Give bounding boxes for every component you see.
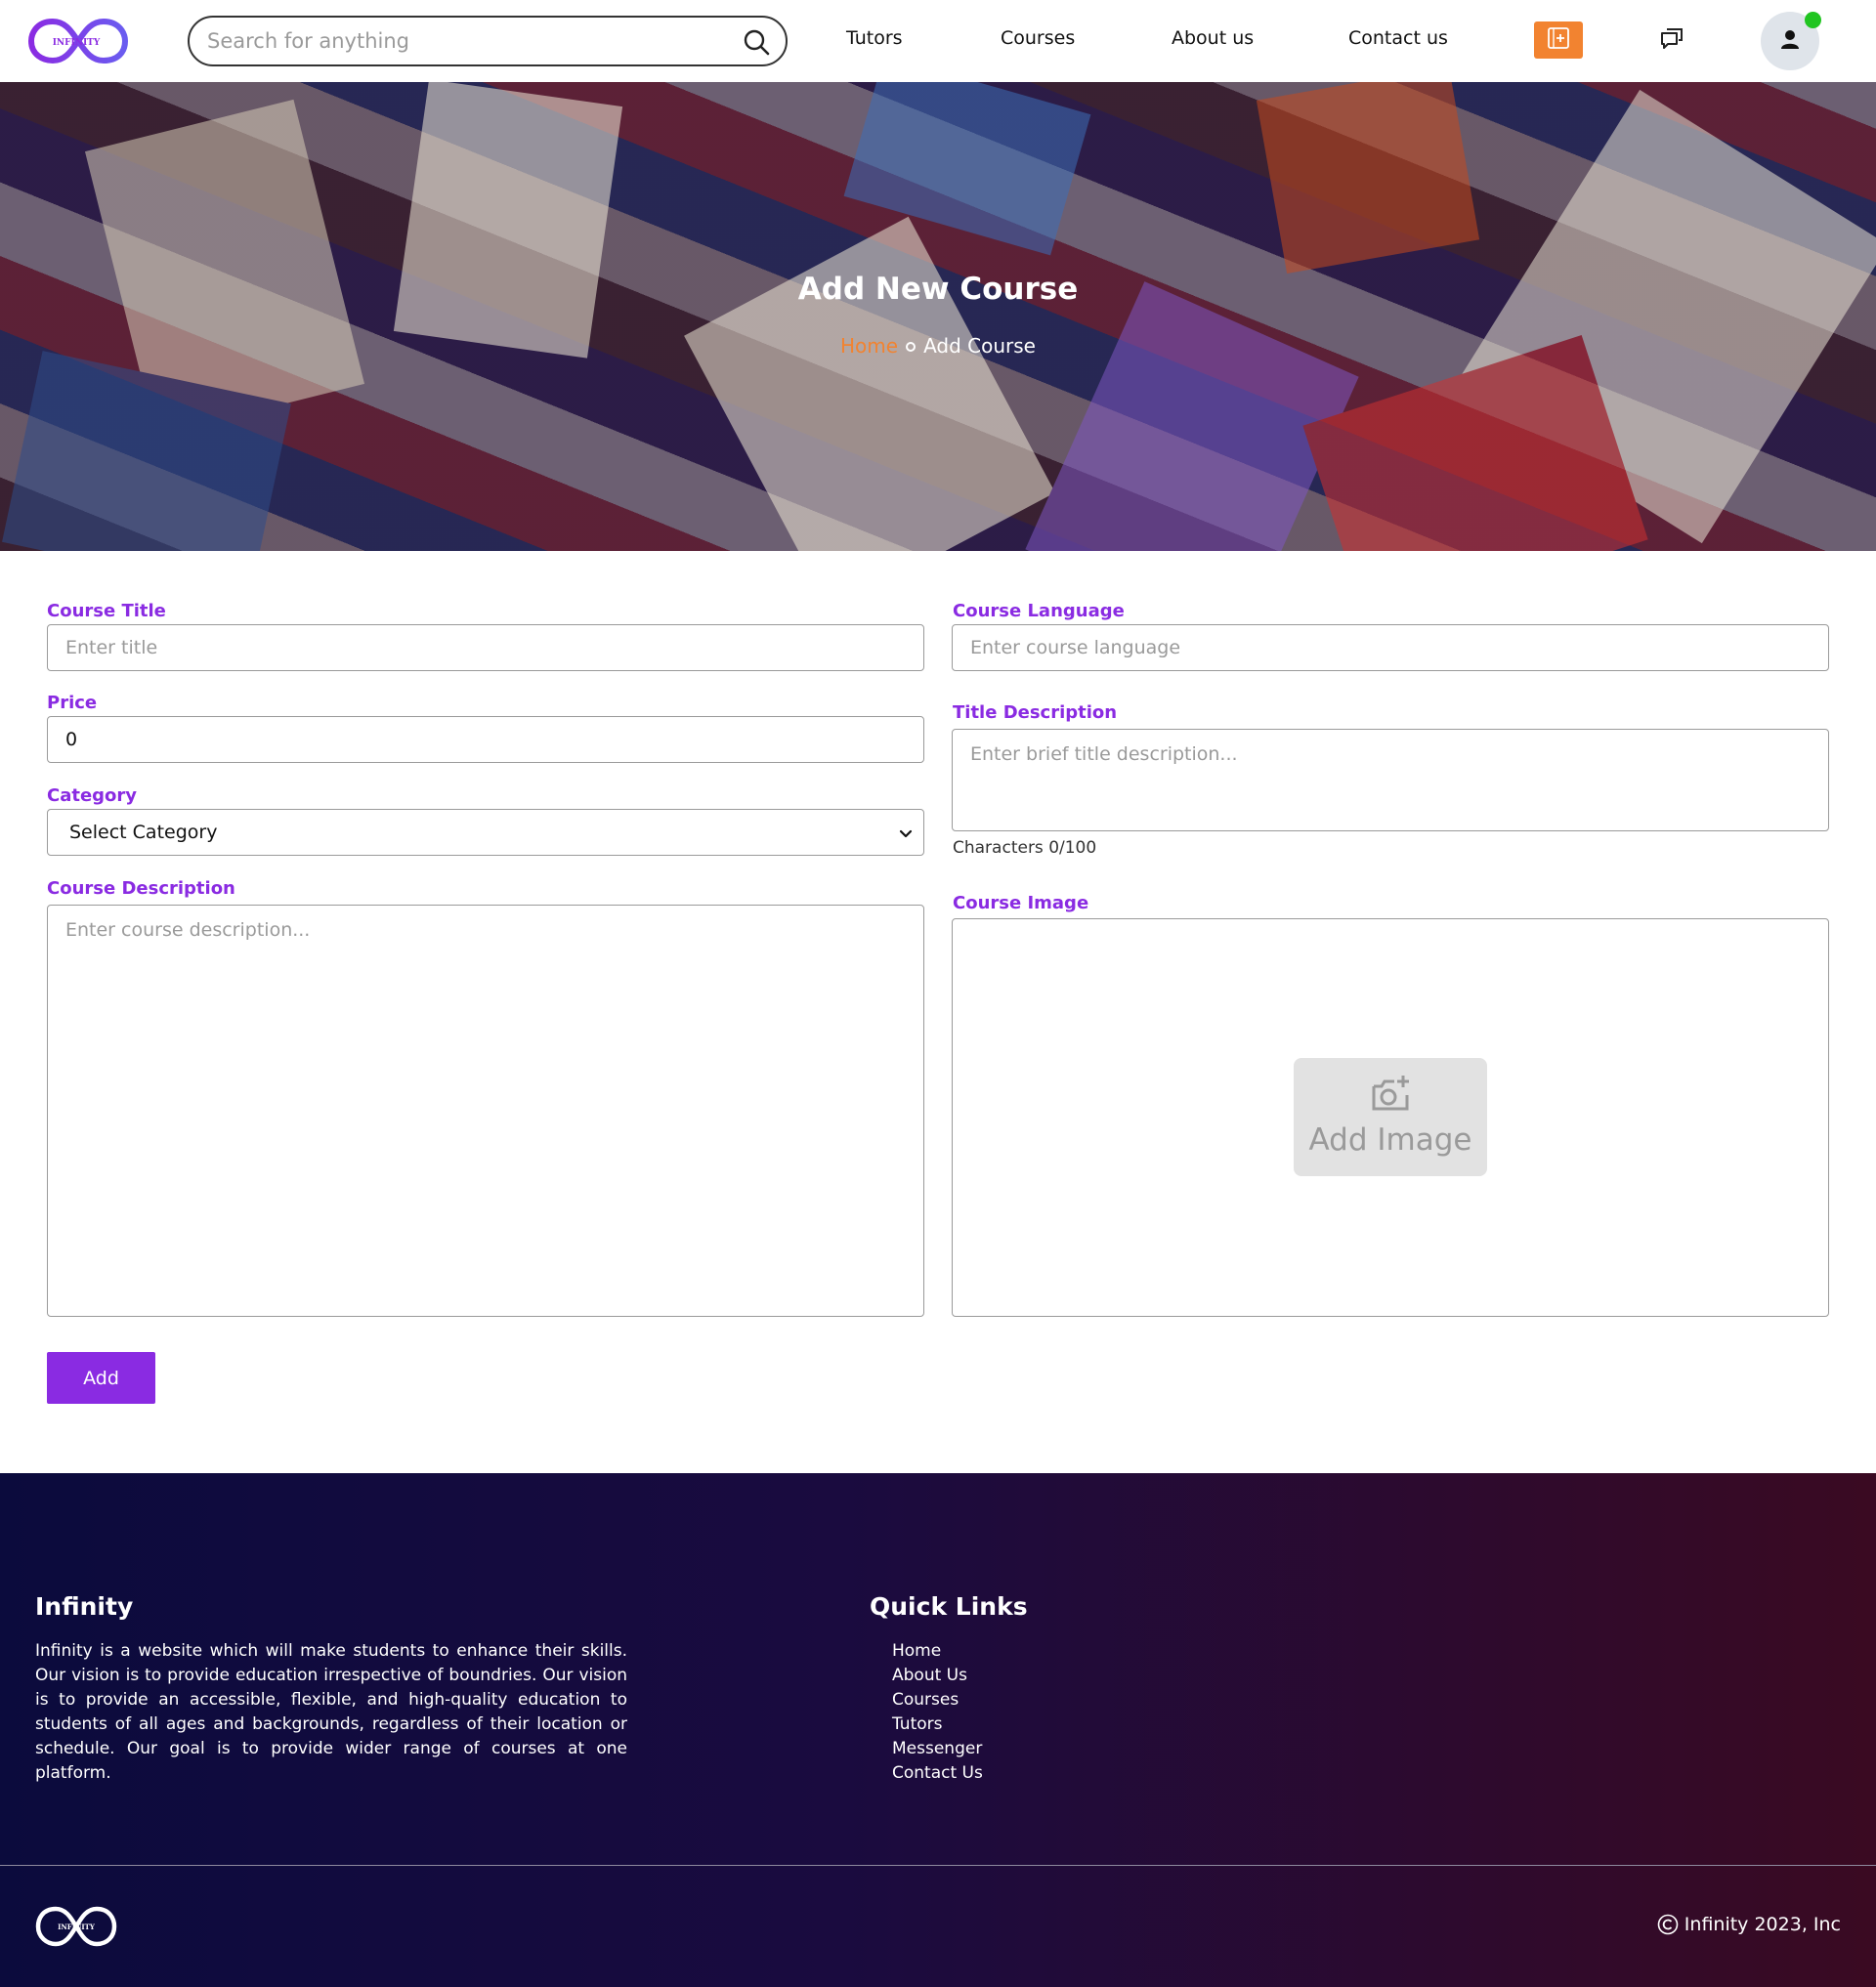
online-status-dot — [1805, 12, 1821, 28]
nav-courses[interactable]: Courses — [1001, 27, 1075, 49]
course-language-input[interactable] — [952, 624, 1829, 671]
footer-logo[interactable]: INFINITY — [35, 1903, 117, 1950]
nav-contact-us[interactable]: Contact us — [1348, 27, 1448, 49]
add-image-button[interactable]: Add Image — [1294, 1058, 1487, 1176]
search-input[interactable] — [207, 18, 725, 64]
logo-text: INFINITY — [53, 38, 101, 48]
quick-links-list: Home About Us Courses Tutors Messenger C… — [892, 1639, 983, 1786]
copyright-icon — [1657, 1914, 1679, 1935]
course-description-textarea[interactable] — [47, 905, 924, 1317]
books-background-image — [2, 82, 1876, 551]
nav-about-us[interactable]: About us — [1172, 27, 1254, 49]
course-title-label: Course Title — [47, 601, 166, 621]
nav-tutors[interactable]: Tutors — [846, 27, 903, 49]
footer-logo-text: INFINITY — [58, 1923, 96, 1931]
character-counter: Characters 0/100 — [953, 838, 1097, 858]
course-description-label: Course Description — [47, 878, 235, 899]
search-bar — [188, 16, 788, 66]
add-course-button[interactable] — [1534, 21, 1583, 59]
course-title-input[interactable] — [47, 624, 924, 671]
title-description-textarea[interactable] — [952, 729, 1829, 831]
category-select-value: Select Category — [69, 822, 218, 843]
add-course-icon — [1546, 25, 1571, 55]
hero-banner: Add New Course Home Add Course — [0, 82, 1876, 551]
top-navbar: INFINITY Tutors Courses About us Contact… — [0, 0, 1876, 82]
messenger-button[interactable] — [1657, 25, 1686, 55]
footer-link-tutors[interactable]: Tutors — [892, 1712, 983, 1737]
footer-link-about-us[interactable]: About Us — [892, 1664, 983, 1688]
breadcrumb-separator-icon — [906, 342, 917, 352]
footer-link-courses[interactable]: Courses — [892, 1688, 983, 1712]
footer-brand-title: Infinity — [35, 1592, 134, 1621]
breadcrumb-current: Add Course — [923, 334, 1036, 358]
category-select[interactable]: Select Category — [47, 809, 924, 856]
course-image-label: Course Image — [953, 893, 1089, 913]
page-title: Add New Course — [797, 272, 1079, 307]
copyright: Infinity 2023, Inc — [1657, 1914, 1841, 1935]
footer-link-contact-us[interactable]: Contact Us — [892, 1761, 983, 1786]
camera-plus-icon — [1368, 1072, 1413, 1117]
user-icon — [1779, 28, 1801, 54]
footer-link-home[interactable]: Home — [892, 1639, 983, 1664]
quick-links-title: Quick Links — [870, 1592, 1028, 1621]
price-input[interactable] — [47, 716, 924, 763]
add-image-label: Add Image — [1308, 1122, 1472, 1158]
footer-link-messenger[interactable]: Messenger — [892, 1737, 983, 1761]
course-language-label: Course Language — [953, 601, 1125, 621]
breadcrumb: Home Add Course — [0, 334, 1876, 358]
footer-divider — [0, 1865, 1876, 1866]
price-label: Price — [47, 693, 98, 713]
title-description-label: Title Description — [953, 702, 1118, 723]
breadcrumb-home-link[interactable]: Home — [840, 334, 898, 358]
category-label: Category — [47, 785, 138, 806]
infinity-logo[interactable]: INFINITY — [27, 14, 129, 68]
footer: Infinity Infinity is a website which wil… — [0, 1473, 1876, 1987]
add-course-submit-button[interactable]: Add — [47, 1352, 155, 1404]
chat-icon — [1659, 25, 1684, 55]
chevron-down-icon — [896, 824, 916, 843]
footer-about-text: Infinity is a website which will make st… — [35, 1641, 627, 1783]
copyright-text: Infinity 2023, Inc — [1684, 1914, 1841, 1935]
search-icon[interactable] — [743, 28, 770, 56]
